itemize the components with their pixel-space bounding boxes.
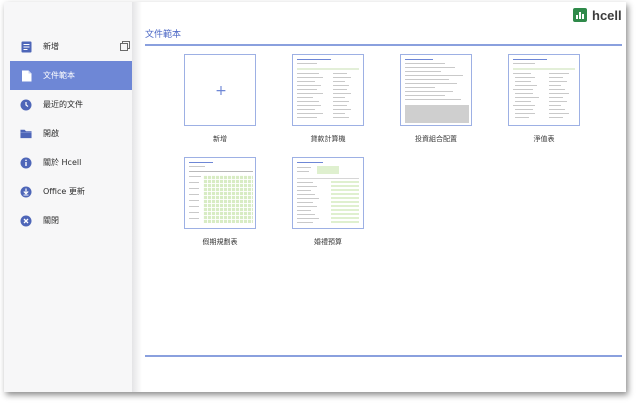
template-label: 貸款計算機 xyxy=(310,135,346,143)
template-investment-portfolio[interactable]: 投資組合配置 xyxy=(400,54,472,144)
app-window: 新增 文件範本 最近的文件 開啟 關於 Hcell Office 更新 關閉 h… xyxy=(4,2,626,392)
folder-icon xyxy=(20,128,32,140)
template-label: 淨值表 xyxy=(533,135,555,143)
sidebar-item-templates[interactable]: 文件範本 xyxy=(10,61,136,90)
sidebar-item-new[interactable]: 新增 xyxy=(10,32,136,61)
sidebar-item-office-update[interactable]: Office 更新 xyxy=(10,177,136,206)
template-thumbnail[interactable] xyxy=(508,54,580,126)
sidebar-item-label: 新增 xyxy=(43,42,59,51)
close-icon xyxy=(20,215,32,227)
template-net-worth[interactable]: 淨值表 xyxy=(508,54,580,144)
plus-icon: + xyxy=(215,83,227,99)
sidebar-item-close[interactable]: 關閉 xyxy=(10,206,136,235)
sidebar-item-label: 開啟 xyxy=(43,129,59,138)
template-label: 假期規劃表 xyxy=(202,238,238,246)
sidebar-item-label: 最近的文件 xyxy=(43,100,83,109)
sidebar-item-open[interactable]: 開啟 xyxy=(10,119,136,148)
sidebar-item-label: Office 更新 xyxy=(43,187,85,196)
template-thumbnail[interactable] xyxy=(184,157,256,229)
template-label: 投資組合配置 xyxy=(415,135,457,143)
template-new[interactable]: + 新增 xyxy=(184,54,256,144)
template-thumbnail[interactable] xyxy=(292,157,364,229)
sidebar-divider xyxy=(132,2,142,392)
new-document-icon xyxy=(20,41,32,53)
hcell-logo-icon xyxy=(573,8,587,22)
brand: hcell xyxy=(573,7,622,23)
template-thumbnail[interactable]: + xyxy=(184,54,256,126)
sidebar-item-about[interactable]: 關於 Hcell xyxy=(10,148,136,177)
template-label: 新增 xyxy=(213,135,227,143)
template-vacation-planner[interactable]: 假期規劃表 xyxy=(184,157,256,247)
footer-divider xyxy=(145,355,622,357)
template-icon xyxy=(20,70,32,82)
sidebar-nav: 新增 文件範本 最近的文件 開啟 關於 Hcell Office 更新 關閉 xyxy=(10,32,136,235)
copy-icon[interactable] xyxy=(120,41,130,51)
download-icon xyxy=(20,186,32,198)
template-wedding-budget[interactable]: 婚禮預算 xyxy=(292,157,364,247)
sidebar-item-label: 文件範本 xyxy=(43,71,75,80)
sidebar: 新增 文件範本 最近的文件 開啟 關於 Hcell Office 更新 關閉 xyxy=(4,2,136,392)
page-title: 文件範本 xyxy=(145,30,182,40)
template-label: 婚禮預算 xyxy=(314,238,342,246)
template-thumbnail[interactable] xyxy=(400,54,472,126)
brand-name: hcell xyxy=(592,7,622,23)
sidebar-item-label: 關閉 xyxy=(43,216,59,225)
template-thumbnail[interactable] xyxy=(292,54,364,126)
sidebar-item-label: 關於 Hcell xyxy=(43,158,82,167)
sidebar-item-recent[interactable]: 最近的文件 xyxy=(10,90,136,119)
info-icon xyxy=(20,157,32,169)
template-loan-calculator[interactable]: 貸款計算機 xyxy=(292,54,364,144)
header-divider xyxy=(145,44,622,46)
clock-icon xyxy=(20,99,32,111)
